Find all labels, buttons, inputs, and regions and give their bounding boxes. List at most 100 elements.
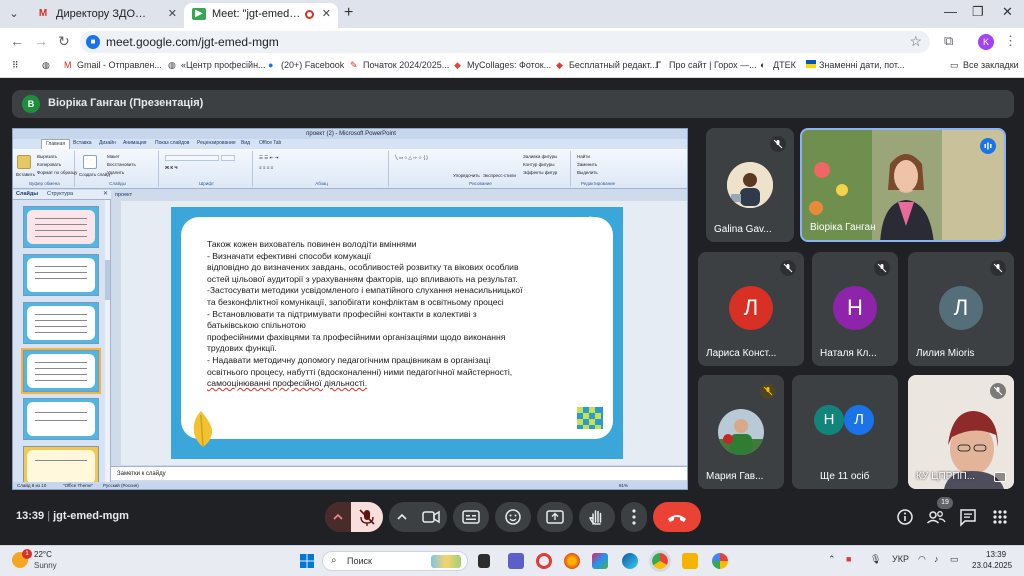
captions-button[interactable] (453, 502, 489, 532)
shapes-gallery[interactable]: ╲ ▭ ○ △ ⇨ ☆ { } (395, 155, 428, 161)
all-bookmarks[interactable]: ▭ Все закладки (950, 60, 1019, 71)
tab-outline[interactable]: Структура (47, 191, 73, 197)
input-language[interactable]: УКР (892, 554, 909, 564)
delete-button[interactable]: Удалить (107, 170, 124, 175)
activities-button[interactable] (988, 505, 1012, 529)
firefox-icon[interactable] (564, 553, 580, 569)
bookmark-star-icon[interactable]: ☆ (909, 33, 922, 50)
slide-thumbnail[interactable] (23, 206, 99, 248)
system-time[interactable]: 13:39 (986, 550, 1006, 559)
bookmark-item[interactable]: ✎ Початок 2024/2025... (350, 60, 449, 71)
panel-close-icon[interactable]: ✕ (103, 190, 108, 197)
font-size-select[interactable] (221, 155, 235, 161)
edge-icon[interactable] (622, 553, 638, 569)
slide-notes[interactable]: Заметки к слайду (111, 466, 687, 480)
opera-icon[interactable] (536, 553, 552, 569)
ppt-tab-view[interactable]: Вид (241, 140, 250, 146)
panel-scrollbar[interactable] (105, 200, 110, 482)
camera-options-chevron[interactable] (389, 502, 415, 532)
copy-button[interactable]: Копировать (37, 162, 61, 167)
scrollbar-thumb[interactable] (105, 260, 110, 300)
volume-icon[interactable]: ♪ (934, 554, 939, 564)
participant-tile[interactable]: Galina Gav... (706, 128, 794, 242)
address-bar[interactable]: ■ meet.google.com/jgt-emed-mgm ☆ (80, 31, 930, 53)
system-date[interactable]: 23.04.2025 (972, 561, 1012, 570)
site-info-icon[interactable]: ■ (86, 35, 100, 49)
task-view-icon[interactable] (478, 554, 490, 568)
back-icon[interactable]: ← (10, 33, 24, 49)
raise-hand-button[interactable] (579, 502, 615, 532)
window-close-icon[interactable]: ✕ (1002, 4, 1013, 20)
list-buttons[interactable]: ☰ ☰ ⇤ ⇥ (259, 155, 278, 161)
windows-start-icon[interactable] (300, 554, 314, 568)
layout-button[interactable]: Макет (107, 154, 120, 159)
url-text[interactable]: meet.google.com/jgt-emed-mgm (106, 35, 279, 49)
chrome-icon[interactable] (649, 550, 671, 572)
pip-icon[interactable] (994, 472, 1006, 482)
current-slide[interactable]: Також кожен вихователь повинен володіти … (171, 207, 623, 459)
bold-button[interactable]: Ж К Ч (165, 165, 177, 170)
participant-tile[interactable]: Л Лариса Конст... (698, 252, 804, 366)
slide-body-text[interactable]: Також кожен вихователь повинен володіти … (207, 239, 597, 390)
bookmark-item[interactable]: Г Про сайт | Горох —... (656, 60, 757, 70)
tray-app-icon[interactable]: ■ (846, 554, 851, 564)
tab-meet[interactable]: ▶ Meet: "jgt-emed-mgm" ✕ (184, 3, 338, 28)
tab-director[interactable]: M Директору ЗДО. Запрошення ✕ (28, 3, 184, 28)
chat-button[interactable] (956, 505, 980, 529)
ppt-tab-animation[interactable]: Анимация (123, 140, 146, 146)
status-zoom[interactable]: 81% (619, 483, 628, 488)
find-button[interactable]: Найти (577, 154, 590, 159)
participant-tile-speaking[interactable]: Віоріка Ганган (800, 128, 1006, 242)
bookmark-item[interactable]: Знаменні дати, пот... (806, 60, 905, 70)
battery-icon[interactable]: ▭ (950, 554, 959, 565)
new-slide-button[interactable]: Создать слайд (79, 172, 110, 177)
tab-search-chevron-icon[interactable]: ⌄ (4, 5, 24, 23)
paste-label[interactable]: Вставить (16, 172, 35, 177)
shape-fill-button[interactable]: Заливка фигуры (523, 154, 557, 159)
more-options-button[interactable] (621, 502, 647, 532)
reactions-button[interactable] (495, 502, 531, 532)
participant-tile[interactable]: КУ ЦПРПП... (908, 375, 1014, 489)
microphone-icon[interactable]: 🎙︎ (870, 554, 881, 565)
reload-icon[interactable]: ↻ (58, 33, 70, 50)
bookmark-item[interactable]: ◆ Бесплатный редакт... (556, 60, 657, 71)
camera-toggle-button[interactable] (415, 502, 447, 532)
leave-call-button[interactable] (653, 502, 701, 532)
slide-thumbnail[interactable] (23, 398, 99, 440)
format-painter-button[interactable]: Формат по образцу (37, 170, 77, 175)
replace-button[interactable]: Заменить (577, 162, 597, 167)
profile-avatar[interactable]: K (978, 34, 994, 50)
chrome-profile-icon[interactable] (712, 553, 728, 569)
mic-options-chevron[interactable] (325, 502, 351, 532)
shape-effects-button[interactable]: Эффекты фигур (523, 170, 557, 175)
apps-grid-icon[interactable]: ⠿ (12, 60, 19, 71)
paste-icon[interactable] (17, 155, 31, 169)
font-name-select[interactable] (165, 155, 219, 161)
ppt-tab-home[interactable]: Главная (41, 139, 71, 149)
participant-tile[interactable]: Н Наталя Кл... (812, 252, 898, 366)
ppt-tab-slideshow[interactable]: Показ слайдов (155, 140, 189, 146)
more-participants-tile[interactable]: Н Л Ще 11 осіб (792, 375, 898, 489)
tab-slides[interactable]: Слайды (16, 191, 38, 197)
taskbar-search[interactable]: ⌕ Поиск (322, 551, 468, 571)
document-tab[interactable]: проект (111, 190, 151, 200)
ppt-tab-insert[interactable]: Вставка (73, 140, 92, 146)
extensions-icon[interactable]: ⧉ (944, 33, 953, 49)
reset-button[interactable]: Восстановить (107, 162, 136, 167)
participant-tile[interactable]: Л Лилия Miorіs (908, 252, 1014, 366)
mic-toggle-button[interactable] (351, 502, 383, 532)
quick-styles-button[interactable]: Экспресс-стили (483, 173, 516, 178)
wifi-icon[interactable]: ◠ (918, 554, 926, 565)
slide-thumbnail-selected[interactable] (21, 348, 101, 394)
restore-icon[interactable]: ❐ (972, 4, 984, 20)
new-tab-button[interactable]: + (344, 4, 353, 22)
ppt-tab-design[interactable]: Дизайн (99, 140, 116, 146)
present-button[interactable] (537, 502, 573, 532)
shape-outline-button[interactable]: Контур фигуры (523, 162, 554, 167)
forward-icon[interactable]: → (34, 33, 48, 49)
bookmark-item[interactable]: ◍ «Центр професійн... (168, 60, 266, 71)
tab-close-icon[interactable]: ✕ (322, 3, 331, 25)
bookmark-item[interactable]: M Gmail - Отправлен... (64, 60, 162, 70)
teams-icon[interactable] (508, 553, 524, 569)
ppt-tab-review[interactable]: Рецензирование (197, 140, 236, 146)
